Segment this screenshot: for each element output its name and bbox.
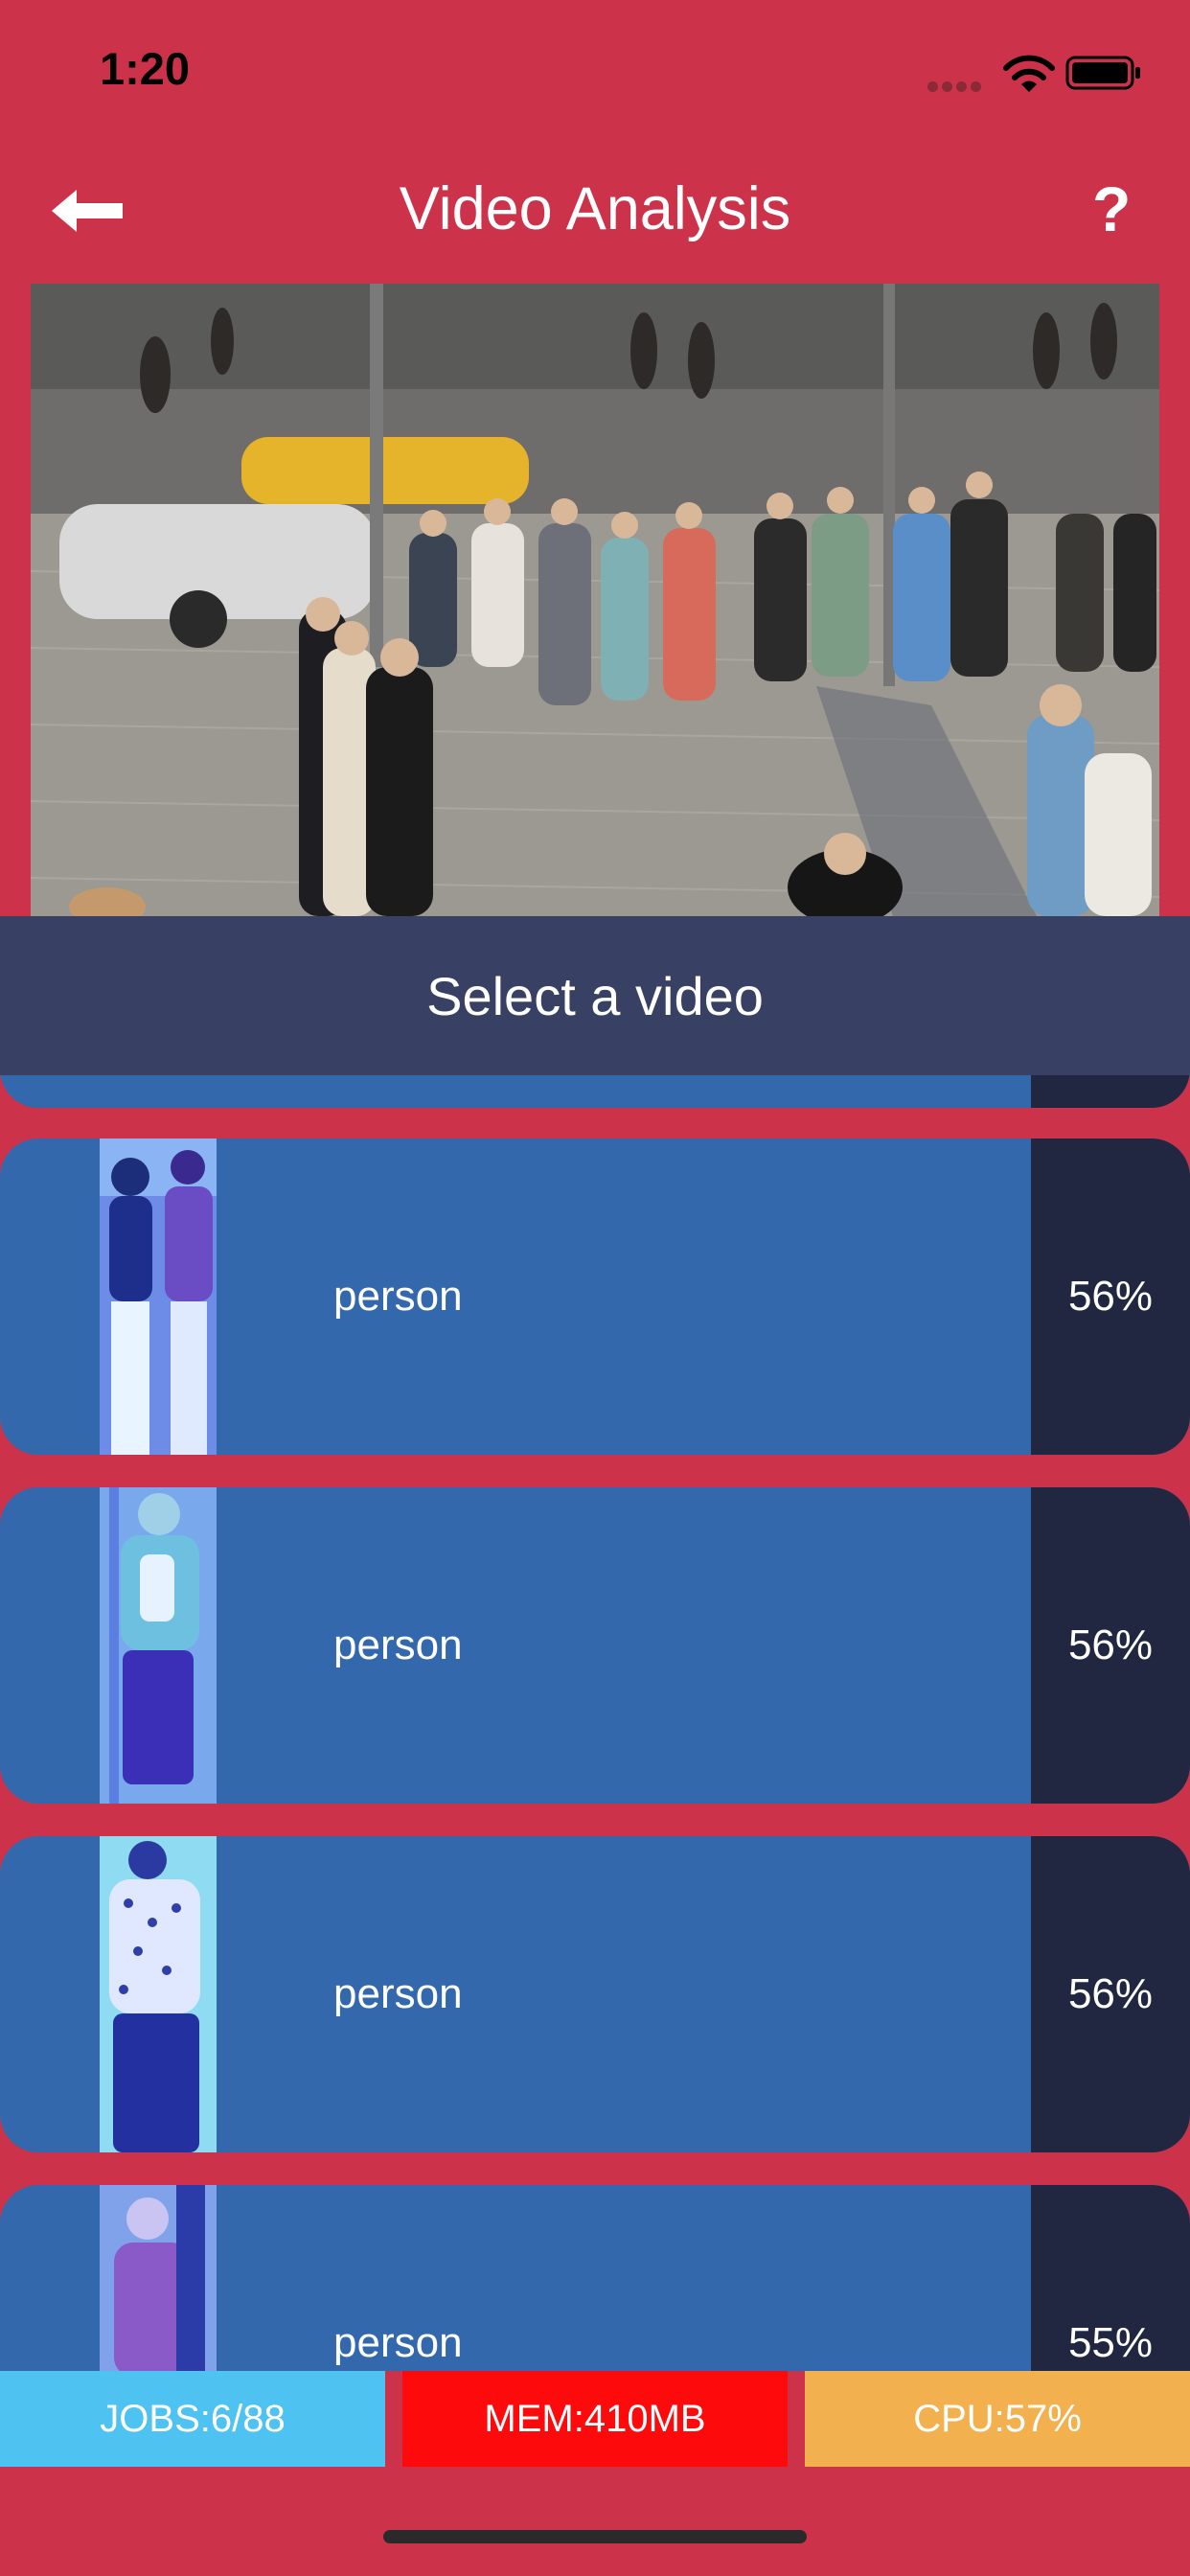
detection-list[interactable]: person 56% person 56% person 56% person … bbox=[0, 1075, 1190, 2371]
jobs-stat: JOBS:6/88 bbox=[0, 2371, 385, 2467]
detection-confidence: 56% bbox=[1067, 1970, 1154, 2017]
battery-icon bbox=[1065, 56, 1140, 90]
video-frame[interactable] bbox=[31, 284, 1159, 916]
stats-footer: JOBS:6/88 MEM:410MB CPU:57% bbox=[0, 2371, 1190, 2467]
detection-label: person bbox=[333, 1970, 463, 2017]
detection-thumbnail bbox=[100, 1138, 217, 1455]
detection-confidence: 56% bbox=[1067, 1622, 1154, 1668]
help-button[interactable]: ? bbox=[1092, 172, 1131, 245]
list-item[interactable] bbox=[0, 1075, 1190, 1108]
video-image bbox=[31, 284, 1159, 916]
select-video-button[interactable]: Select a video bbox=[0, 916, 1190, 1075]
detection-label: person bbox=[333, 1273, 463, 1320]
detection-confidence: 56% bbox=[1067, 1273, 1154, 1320]
detection-confidence: 55% bbox=[1067, 2319, 1154, 2366]
select-video-label: Select a video bbox=[426, 965, 764, 1026]
cpu-stat: CPU:57% bbox=[805, 2371, 1190, 2467]
detection-thumbnail bbox=[100, 1836, 217, 2152]
confidence-cell bbox=[1031, 1075, 1190, 1108]
detection-thumbnail bbox=[100, 1487, 217, 1804]
cellular-signal-icon bbox=[927, 80, 985, 97]
detection-thumbnail bbox=[100, 2185, 217, 2371]
status-bar: 1:20 bbox=[0, 0, 1190, 144]
nav-bar: Video Analysis ? bbox=[0, 163, 1190, 259]
home-indicator[interactable] bbox=[383, 2530, 807, 2543]
list-item[interactable]: person 56% bbox=[0, 1836, 1190, 2152]
detection-label: person bbox=[333, 2319, 463, 2366]
list-item[interactable]: person 55% bbox=[0, 2185, 1190, 2371]
list-item[interactable]: person 56% bbox=[0, 1138, 1190, 1455]
page-title: Video Analysis bbox=[399, 175, 791, 242]
list-item[interactable]: person 56% bbox=[0, 1487, 1190, 1804]
status-time: 1:20 bbox=[100, 43, 191, 94]
wifi-icon bbox=[1003, 55, 1055, 92]
detection-label: person bbox=[333, 1622, 463, 1668]
memory-stat: MEM:410MB bbox=[402, 2371, 788, 2467]
